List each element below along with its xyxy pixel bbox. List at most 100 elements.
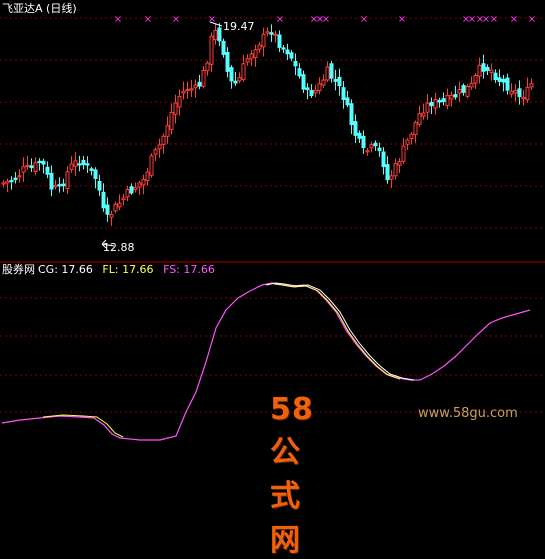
candle-body bbox=[45, 166, 50, 175]
candle-body bbox=[453, 94, 458, 98]
candle-body bbox=[261, 33, 266, 48]
candle-body bbox=[181, 90, 186, 94]
candle-body bbox=[333, 79, 338, 82]
candle-body bbox=[409, 133, 414, 140]
candle-body bbox=[353, 121, 358, 136]
candle-body bbox=[229, 67, 234, 82]
candle-body bbox=[401, 145, 406, 162]
candle-body bbox=[329, 63, 334, 79]
signal-marker: × bbox=[490, 14, 498, 25]
signal-marker: × bbox=[528, 14, 536, 25]
candle-body bbox=[93, 169, 98, 179]
candle-body bbox=[33, 162, 38, 172]
candle-body bbox=[293, 60, 298, 67]
candle-body bbox=[89, 168, 94, 171]
candle-body bbox=[313, 89, 318, 94]
candle-body bbox=[421, 112, 426, 117]
candle-body bbox=[477, 64, 482, 77]
candle-body bbox=[13, 177, 18, 181]
candle-body bbox=[377, 147, 382, 152]
candle-body bbox=[265, 31, 270, 34]
watermark-url: www.58gu.com bbox=[418, 406, 518, 421]
candle-body bbox=[521, 96, 526, 100]
candle-body bbox=[141, 179, 146, 186]
candle-body bbox=[441, 98, 446, 103]
candle-body bbox=[493, 72, 498, 80]
candle-body bbox=[81, 159, 86, 166]
candle-body bbox=[357, 132, 362, 139]
candle-body bbox=[41, 160, 46, 165]
candle-body bbox=[165, 125, 170, 137]
candle-body bbox=[193, 84, 198, 89]
candle-body bbox=[501, 78, 506, 83]
candle-body bbox=[225, 51, 230, 72]
candle-body bbox=[177, 95, 182, 108]
signal-marker: × bbox=[114, 14, 122, 25]
candle-body bbox=[301, 74, 306, 90]
signal-marker: × bbox=[322, 14, 330, 25]
candle-body bbox=[389, 175, 394, 180]
candle-body bbox=[217, 27, 222, 42]
candle-body bbox=[381, 151, 386, 168]
candle-body bbox=[369, 144, 374, 149]
candle-body bbox=[185, 89, 190, 92]
candle-body bbox=[417, 113, 422, 125]
candle-body bbox=[465, 85, 470, 97]
candle-body bbox=[53, 184, 58, 188]
candle-body bbox=[25, 164, 30, 168]
candle-body bbox=[65, 171, 70, 189]
candle-body bbox=[161, 135, 166, 145]
candle-body bbox=[121, 197, 126, 201]
candle-body bbox=[393, 163, 398, 177]
candle-body bbox=[309, 89, 314, 97]
watermark-brand: 58公式网 bbox=[270, 392, 314, 558]
candle-body bbox=[457, 89, 462, 94]
candle-body bbox=[117, 202, 122, 208]
fl-value: FL: 17.66 bbox=[102, 263, 154, 276]
candle-body bbox=[189, 88, 194, 91]
candle-body bbox=[157, 144, 162, 150]
candle-body bbox=[61, 183, 66, 187]
candle-body bbox=[237, 77, 242, 82]
candle-body bbox=[361, 135, 366, 149]
candle-body bbox=[273, 33, 278, 36]
candle-body bbox=[1, 182, 6, 185]
candle-body bbox=[305, 87, 310, 91]
signal-marker: × bbox=[276, 14, 284, 25]
candle-body bbox=[269, 32, 274, 35]
candle-body bbox=[481, 63, 486, 72]
high-price-label: 19.47 bbox=[223, 20, 255, 33]
candle-body bbox=[517, 88, 522, 98]
candle-body bbox=[109, 214, 114, 218]
candle-body bbox=[205, 62, 210, 72]
candle-body bbox=[341, 87, 346, 100]
candle-body bbox=[513, 89, 518, 94]
fs-value: FS: 17.66 bbox=[163, 263, 215, 276]
candle-body bbox=[489, 69, 494, 74]
kline-chart[interactable]: × × × × × ××× × × ×× ×× × × × bbox=[0, 0, 545, 446]
candle-body bbox=[337, 76, 342, 87]
candle-body bbox=[5, 180, 10, 184]
cg-value: CG: 17.66 bbox=[38, 263, 93, 276]
candle-body bbox=[529, 83, 534, 88]
candle-body bbox=[257, 44, 262, 50]
candle-body bbox=[101, 191, 106, 209]
candle-body bbox=[209, 35, 214, 65]
candle-body bbox=[497, 77, 502, 82]
candle-body bbox=[17, 175, 22, 178]
candle-body bbox=[469, 82, 474, 88]
candle-body bbox=[21, 166, 26, 173]
candle-body bbox=[385, 164, 390, 181]
candle-body bbox=[413, 122, 418, 136]
candle-body bbox=[397, 161, 402, 166]
candle-body bbox=[169, 112, 174, 130]
indicator-name: 股券网 bbox=[2, 263, 35, 276]
signal-marker: × bbox=[360, 14, 368, 25]
candle-body bbox=[325, 66, 330, 81]
candle-body bbox=[73, 160, 78, 167]
candle-body bbox=[197, 81, 202, 87]
candle-body bbox=[173, 102, 178, 115]
candle-body bbox=[113, 203, 118, 212]
candle-body bbox=[349, 103, 354, 126]
candle-body bbox=[233, 80, 238, 84]
